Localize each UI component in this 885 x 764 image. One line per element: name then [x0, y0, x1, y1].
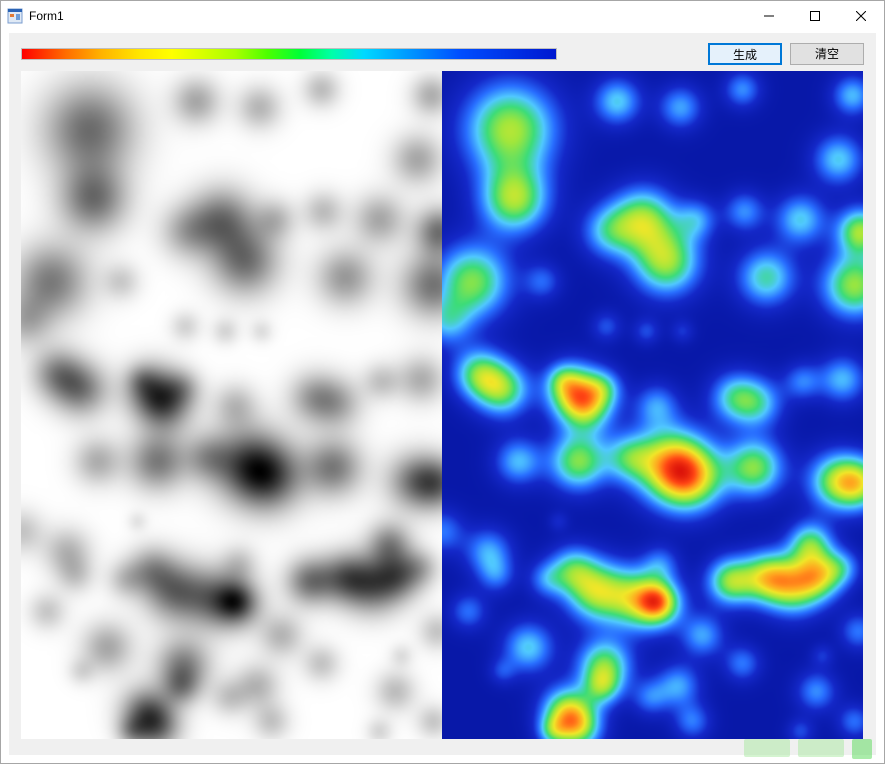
client-area: 生成 清空 [9, 33, 876, 755]
generate-button[interactable]: 生成 [708, 43, 782, 65]
button-group: 生成 清空 [708, 43, 864, 65]
color-legend-bar [21, 48, 557, 60]
toolbar-row: 生成 清空 [21, 43, 864, 65]
maximize-button[interactable] [792, 1, 838, 31]
watermark-overlay [744, 739, 872, 759]
close-button[interactable] [838, 1, 884, 31]
window-title: Form1 [29, 9, 64, 23]
color-heatmap-panel [442, 71, 863, 739]
clear-button[interactable]: 清空 [790, 43, 864, 65]
app-icon [7, 8, 23, 24]
app-window: Form1 生成 清空 [0, 0, 885, 764]
grayscale-density-panel [21, 71, 442, 739]
minimize-button[interactable] [746, 1, 792, 31]
window-controls [746, 1, 884, 31]
heatmap-panels [21, 71, 863, 739]
